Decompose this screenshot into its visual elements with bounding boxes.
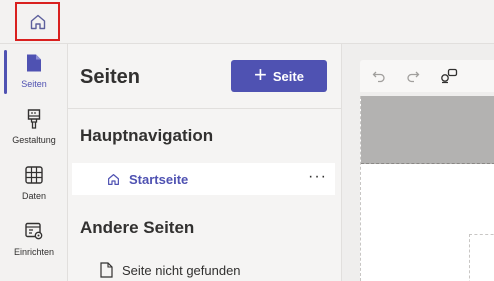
rail-item-gestaltung[interactable]: Gestaltung: [0, 100, 68, 156]
preview-header-section: [361, 96, 494, 164]
divider: [68, 108, 342, 109]
left-rail: Seiten Gestaltung Daten Einrichten: [0, 44, 68, 281]
undo-icon[interactable]: [370, 67, 388, 85]
canvas-area: [342, 44, 494, 281]
rail-item-label: Einrichten: [13, 247, 55, 257]
page-item-label: Seite nicht gefunden: [122, 262, 241, 278]
more-options-icon[interactable]: ···: [308, 168, 327, 186]
add-page-button[interactable]: + Seite: [231, 60, 327, 92]
redo-icon[interactable]: [404, 67, 422, 85]
rail-item-label: Daten: [21, 191, 47, 201]
home-icon: [30, 14, 45, 29]
rail-item-label: Gestaltung: [12, 135, 56, 145]
preview-section-box: [469, 234, 494, 281]
top-bar: [0, 0, 494, 44]
page-icon: [23, 52, 45, 74]
pages-panel: Seiten + Seite Hauptnavigation Startseit…: [68, 44, 342, 281]
settings-panel-icon: [23, 220, 45, 242]
section-title-other-pages: Andere Seiten: [80, 218, 195, 237]
home-button[interactable]: [15, 2, 60, 41]
page-item-seite-nicht-gefunden[interactable]: Seite nicht gefunden: [72, 254, 335, 281]
rail-item-daten[interactable]: Daten: [0, 156, 68, 212]
rail-item-seiten[interactable]: Seiten: [0, 44, 68, 100]
section-title-main-nav: Hauptnavigation: [80, 126, 214, 145]
table-icon: [23, 164, 45, 186]
link-pages-icon[interactable]: [440, 67, 458, 85]
plus-icon: +: [254, 62, 267, 87]
rail-item-einrichten[interactable]: Einrichten: [0, 212, 68, 268]
paintbrush-icon: [23, 108, 45, 130]
rail-item-label: Seiten: [21, 79, 47, 89]
page-preview[interactable]: [360, 96, 494, 281]
canvas-toolbar: [360, 60, 494, 92]
page-icon: [98, 262, 114, 278]
home-icon: [105, 171, 121, 187]
page-item-startseite[interactable]: Startseite ···: [72, 163, 335, 195]
page-item-label: Startseite: [129, 171, 189, 187]
add-page-label: Seite: [272, 68, 304, 84]
app-root: Seiten Gestaltung Daten Einrichten Seite…: [0, 0, 494, 281]
panel-title: Seiten: [80, 66, 141, 88]
